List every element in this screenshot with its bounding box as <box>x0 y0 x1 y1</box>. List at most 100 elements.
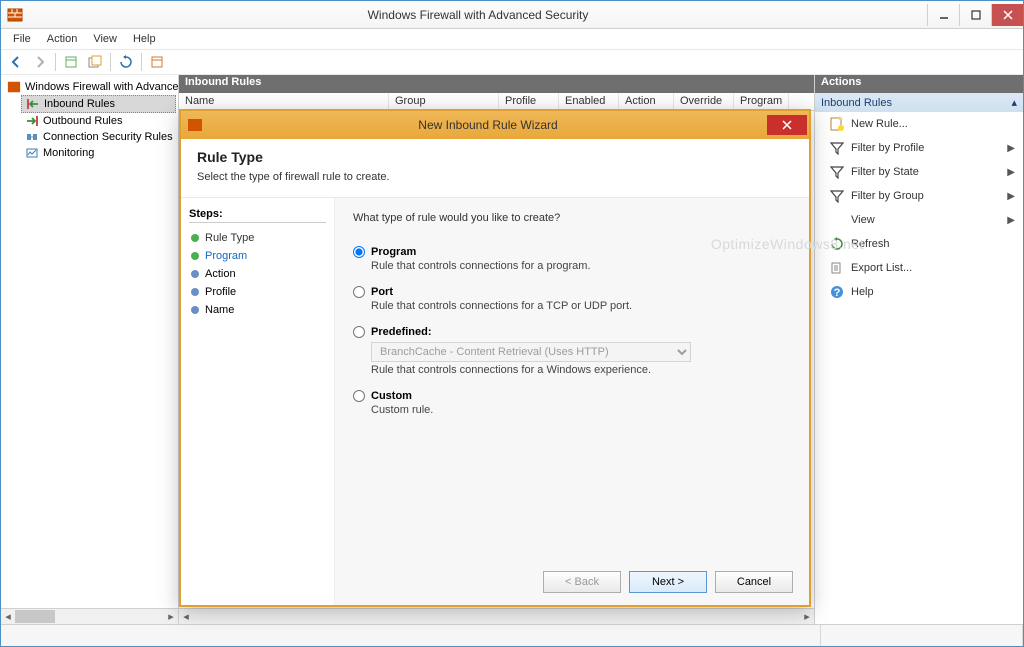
filter-icon <box>829 188 845 204</box>
menubar: File Action View Help <box>1 29 1023 49</box>
option-label: Custom <box>371 390 412 402</box>
action-view[interactable]: View ▶ <box>815 208 1023 232</box>
option-label: Port <box>371 286 393 298</box>
tree-hscrollbar[interactable]: ◂ ▸ <box>1 608 178 624</box>
firewall-icon <box>7 80 21 94</box>
action-label: Filter by State <box>851 166 1001 178</box>
option-desc: Rule that controls connections for a pro… <box>371 260 791 272</box>
wizard-close-button[interactable] <box>767 115 807 135</box>
refresh-button[interactable] <box>115 51 137 73</box>
properties-button[interactable] <box>146 51 168 73</box>
action-label: Help <box>851 286 1015 298</box>
wizard-description: Select the type of firewall rule to crea… <box>197 171 793 183</box>
option-desc: Rule that controls connections for a TCP… <box>371 300 791 312</box>
step-dot-icon <box>191 234 199 242</box>
step-name[interactable]: Name <box>189 301 326 319</box>
radio-custom-input[interactable] <box>353 390 365 402</box>
step-dot-icon <box>191 306 199 314</box>
tree-root[interactable]: Windows Firewall with Advanced S <box>3 79 176 95</box>
col-program[interactable]: Program <box>734 93 789 110</box>
col-name[interactable]: Name <box>179 93 389 110</box>
predefined-select[interactable]: BranchCache - Content Retrieval (Uses HT… <box>371 342 691 362</box>
back-button[interactable]: < Back <box>543 571 621 593</box>
titlebar[interactable]: Windows Firewall with Advanced Security <box>1 1 1023 29</box>
wizard-titlebar[interactable]: New Inbound Rule Wizard <box>181 111 809 139</box>
tree-monitoring[interactable]: Monitoring <box>21 145 176 161</box>
scroll-left-icon[interactable]: ◂ <box>1 609 15 624</box>
menu-help[interactable]: Help <box>125 31 164 47</box>
wizard-steps-pane: Steps: Rule Type Program Action Profile … <box>181 198 335 605</box>
menu-view[interactable]: View <box>85 31 125 47</box>
action-help[interactable]: ? Help <box>815 280 1023 304</box>
step-label: Name <box>205 304 234 316</box>
status-cell <box>1 625 821 646</box>
maximize-button[interactable] <box>959 4 991 26</box>
action-new-rule[interactable]: New Rule... <box>815 112 1023 136</box>
status-cell <box>821 625 1023 646</box>
col-group[interactable]: Group <box>389 93 499 110</box>
step-program[interactable]: Program <box>189 247 326 265</box>
step-label: Rule Type <box>205 232 254 244</box>
back-button[interactable] <box>5 51 27 73</box>
next-button[interactable]: Next > <box>629 571 707 593</box>
submenu-arrow-icon: ▶ <box>1007 215 1015 226</box>
step-dot-icon <box>191 288 199 296</box>
collapse-icon[interactable]: ▴ <box>1011 96 1017 109</box>
tree-item-label: Connection Security Rules <box>43 131 173 143</box>
wizard-content: What type of rule would you like to crea… <box>335 198 809 605</box>
radio-program-input[interactable] <box>353 246 365 258</box>
tree-inbound-rules[interactable]: Inbound Rules <box>21 95 176 113</box>
tree-root-label: Windows Firewall with Advanced S <box>25 81 178 93</box>
menu-file[interactable]: File <box>5 31 39 47</box>
action-button[interactable] <box>60 51 82 73</box>
center-header: Inbound Rules <box>179 75 814 93</box>
center-hscrollbar[interactable]: ◂ ▸ <box>179 608 814 624</box>
outbound-icon <box>25 114 39 128</box>
option-desc: Rule that controls connections for a Win… <box>371 364 791 376</box>
scroll-thumb[interactable] <box>15 610 55 623</box>
actions-section[interactable]: Inbound Rules ▴ <box>815 93 1023 112</box>
col-enabled[interactable]: Enabled <box>559 93 619 110</box>
action-label: Filter by Profile <box>851 142 1001 154</box>
action-filter-group[interactable]: Filter by Group ▶ <box>815 184 1023 208</box>
col-override[interactable]: Override <box>674 93 734 110</box>
scroll-right-icon[interactable]: ▸ <box>800 609 814 624</box>
step-dot-icon <box>191 270 199 278</box>
action-filter-state[interactable]: Filter by State ▶ <box>815 160 1023 184</box>
scroll-right-icon[interactable]: ▸ <box>164 609 178 624</box>
filter-icon <box>829 164 845 180</box>
step-action[interactable]: Action <box>189 265 326 283</box>
close-button[interactable] <box>991 4 1023 26</box>
action-export[interactable]: Export List... <box>815 256 1023 280</box>
actions-header: Actions <box>815 75 1023 93</box>
actions-section-label: Inbound Rules <box>821 97 892 109</box>
steps-label: Steps: <box>189 208 326 223</box>
wizard-header: Rule Type Select the type of firewall ru… <box>181 139 809 198</box>
col-action[interactable]: Action <box>619 93 674 110</box>
new-group-button[interactable] <box>84 51 106 73</box>
scroll-left-icon[interactable]: ◂ <box>179 609 193 624</box>
action-label: New Rule... <box>851 118 1015 130</box>
step-rule-type[interactable]: Rule Type <box>189 229 326 247</box>
radio-predefined-input[interactable] <box>353 326 365 338</box>
radio-predefined[interactable]: Predefined: <box>353 326 791 338</box>
radio-custom[interactable]: Custom <box>353 390 791 402</box>
cancel-button[interactable]: Cancel <box>715 571 793 593</box>
radio-program[interactable]: Program <box>353 246 791 258</box>
radio-port[interactable]: Port <box>353 286 791 298</box>
wizard-prompt: What type of rule would you like to crea… <box>353 212 791 224</box>
step-profile[interactable]: Profile <box>189 283 326 301</box>
submenu-arrow-icon: ▶ <box>1007 143 1015 154</box>
window-title: Windows Firewall with Advanced Security <box>29 8 927 22</box>
action-refresh[interactable]: Refresh <box>815 232 1023 256</box>
wizard-body: Steps: Rule Type Program Action Profile … <box>181 198 809 605</box>
tree-outbound-rules[interactable]: Outbound Rules <box>21 113 176 129</box>
minimize-button[interactable] <box>927 4 959 26</box>
forward-button[interactable] <box>29 51 51 73</box>
action-filter-profile[interactable]: Filter by Profile ▶ <box>815 136 1023 160</box>
col-profile[interactable]: Profile <box>499 93 559 110</box>
menu-action[interactable]: Action <box>39 31 86 47</box>
tree-connection-security[interactable]: Connection Security Rules <box>21 129 176 145</box>
window-controls <box>927 4 1023 26</box>
radio-port-input[interactable] <box>353 286 365 298</box>
